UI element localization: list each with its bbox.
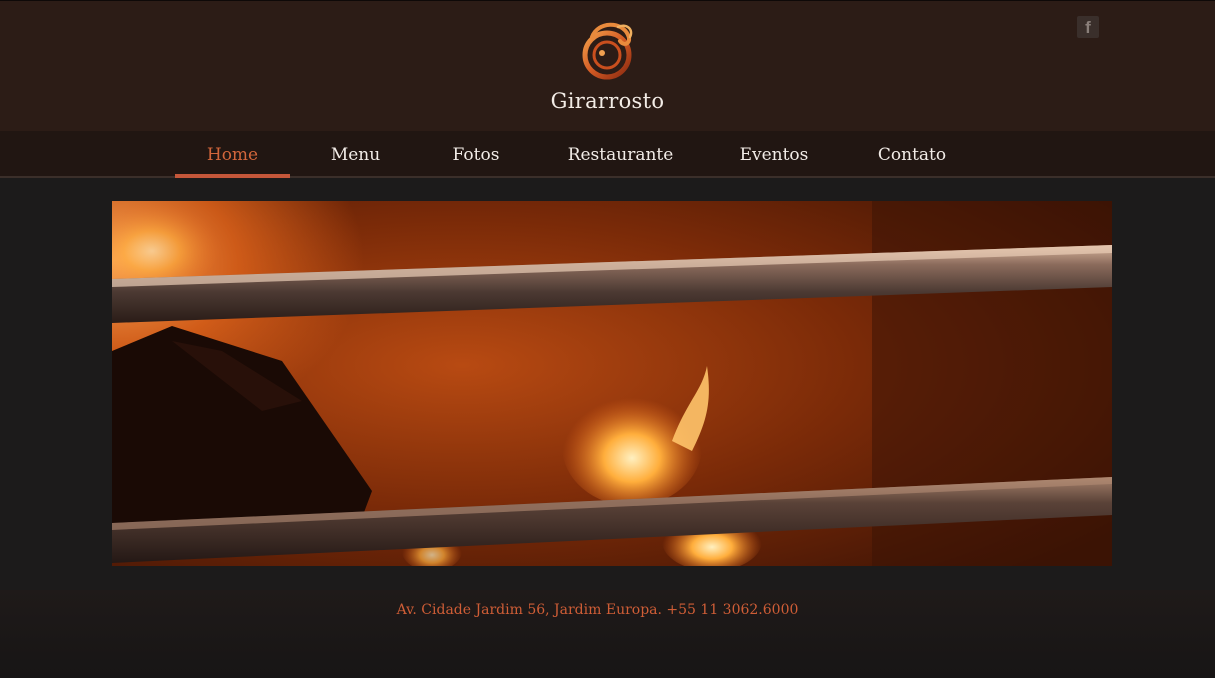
fire-grill-image bbox=[112, 201, 1112, 566]
nav-item-restaurante[interactable]: Restaurante bbox=[562, 131, 679, 176]
nav-item-menu[interactable]: Menu bbox=[318, 131, 393, 176]
main-nav: Home Menu Fotos Restaurante Eventos Cont… bbox=[0, 131, 1215, 178]
footer-address: Av. Cidade Jardim 56, Jardim Europa. +55… bbox=[396, 602, 799, 618]
brand-name[interactable]: Girarrosto bbox=[0, 89, 1215, 113]
nav-item-home[interactable]: Home bbox=[175, 131, 290, 176]
nav-item-fotos[interactable]: Fotos bbox=[441, 131, 511, 176]
facebook-icon[interactable]: f bbox=[1077, 16, 1099, 38]
nav-active-indicator bbox=[175, 174, 290, 178]
page: Girarrosto f Home Menu Fotos Restaurante… bbox=[0, 0, 1215, 678]
hero-image bbox=[112, 201, 1112, 566]
swirl-logo-icon[interactable] bbox=[578, 17, 638, 85]
nav-item-contato[interactable]: Contato bbox=[870, 131, 954, 176]
site-header: Girarrosto f bbox=[0, 0, 1215, 132]
nav-item-eventos[interactable]: Eventos bbox=[731, 131, 817, 176]
